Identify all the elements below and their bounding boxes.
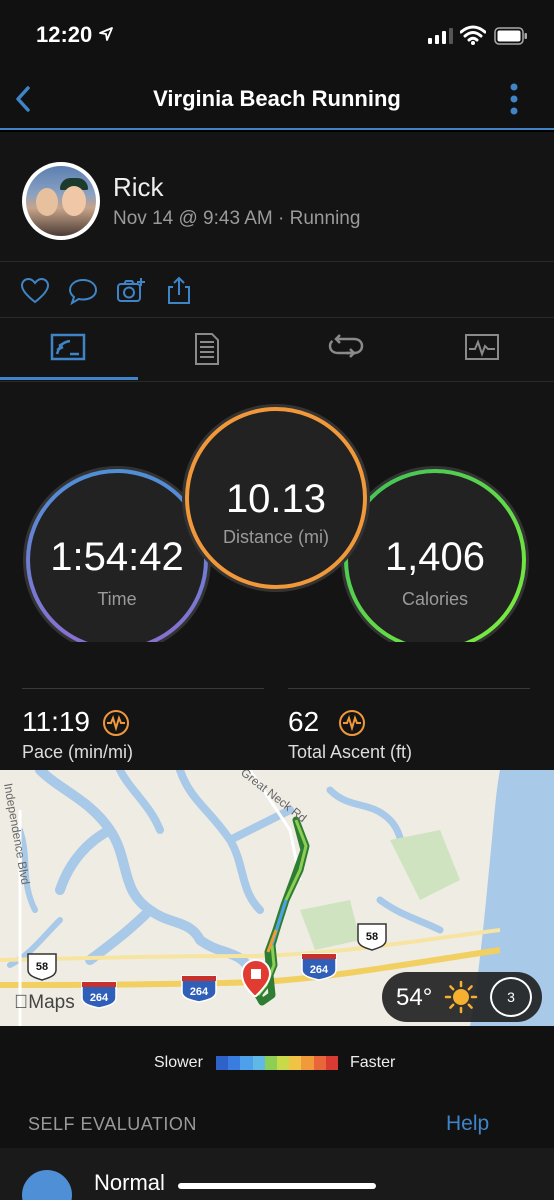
route-58-label-b: 58	[366, 931, 378, 943]
help-link[interactable]: Help	[446, 1112, 489, 1136]
route-58-shield-b: 58	[357, 923, 387, 951]
status-time: 12:20	[36, 22, 93, 47]
ascent-value: 62	[288, 706, 320, 737]
interstate-264-label-a: 264	[90, 992, 109, 1004]
details-icon	[195, 333, 219, 365]
nav-bar: Virginia Beach Running	[0, 70, 554, 130]
maps-text: Maps	[14, 992, 74, 1013]
tab-laps[interactable]	[276, 318, 414, 380]
status-bar: 12:20	[0, 0, 554, 70]
wind-dial: 3	[490, 977, 532, 1017]
distance-value: 10.13	[225, 477, 327, 521]
feel-row[interactable]: Normal	[0, 1148, 554, 1200]
distance-circle[interactable]: 10.13 Distance (mi)	[187, 409, 365, 587]
legend-swatch	[301, 1056, 314, 1070]
home-indicator	[178, 1183, 376, 1189]
ascent-stat[interactable]: 62 Total Ascent (ft)	[288, 688, 530, 768]
route-58-shield-a: 58	[27, 953, 57, 981]
avatar-face	[62, 186, 86, 216]
tab-details[interactable]	[138, 318, 276, 380]
comment-icon[interactable]	[68, 276, 98, 306]
share-icon[interactable]	[164, 276, 194, 306]
signal-icon	[428, 28, 453, 44]
legend-swatch	[313, 1056, 326, 1070]
legend-swatch	[228, 1056, 241, 1070]
interstate-264-label-c: 264	[310, 964, 329, 976]
activity-date-type: Nov 14 @ 9:43 AM · Running	[113, 208, 361, 229]
charts-icon	[465, 334, 499, 360]
location-arrow-icon	[99, 27, 113, 41]
tab-bar	[0, 318, 554, 382]
tab-charts[interactable]	[414, 318, 552, 380]
interstate-264-shield-a: 264	[81, 981, 117, 1009]
wifi-icon	[460, 25, 486, 45]
divider	[288, 688, 530, 689]
legend-faster-label: Faster	[350, 1054, 396, 1071]
legend-swatch	[252, 1056, 265, 1070]
divider	[22, 688, 264, 689]
laps-icon	[328, 334, 364, 358]
wind-speed: 3	[507, 989, 515, 1005]
pace-value: 11:19	[22, 706, 90, 737]
legend-slower-label: Slower	[154, 1054, 203, 1071]
pace-legend: Slower Faster	[0, 1026, 554, 1100]
route-58-label-a: 58	[36, 961, 48, 973]
activity-wave-icon	[339, 710, 365, 736]
interstate-264-label-b: 264	[190, 986, 209, 998]
action-bar	[0, 262, 554, 318]
stats-panel: 1:54:42 Time 1,406 Calories 10.13 Distan…	[0, 382, 554, 770]
route-map[interactable]: 58 58 264 264 264 Great Neck Rd Independ…	[0, 770, 554, 1026]
weather-temperature: 54°	[396, 984, 433, 1011]
section-title: SELF EVALUATION	[28, 1114, 197, 1134]
apple-maps-label: Maps	[14, 992, 75, 1014]
legend-swatch	[325, 1056, 339, 1070]
interstate-264-shield-b: 264	[181, 975, 217, 1003]
time-circle[interactable]: 1:54:42 Time	[28, 471, 206, 649]
heart-icon[interactable]	[20, 276, 50, 306]
sun-icon	[444, 980, 478, 1014]
ascent-label: Total Ascent (ft)	[288, 742, 413, 762]
overview-icon	[50, 333, 86, 361]
calories-value: 1,406	[384, 535, 486, 579]
distance-label: Distance (mi)	[222, 527, 329, 547]
time-value: 1:54:42	[50, 535, 184, 579]
interstate-264-shield-c: 264	[301, 953, 337, 981]
feel-face-icon	[22, 1170, 72, 1200]
pace-stat[interactable]: 11:19 Pace (min/mi)	[22, 688, 264, 768]
user-name[interactable]: Rick	[113, 172, 164, 203]
more-vertical-icon[interactable]	[506, 82, 522, 116]
avatar-photo	[26, 166, 96, 236]
pace-label: Pace (min/mi)	[22, 742, 134, 762]
legend-swatch	[264, 1056, 278, 1070]
avatar-face	[36, 188, 58, 216]
self-evaluation-header: SELF EVALUATION Help	[0, 1100, 554, 1148]
weather-badge[interactable]: 54° 3	[382, 972, 542, 1022]
legend-swatch	[240, 1056, 253, 1070]
legend-color-scale	[216, 1056, 339, 1070]
legend-swatch	[289, 1056, 302, 1070]
legend-swatch	[277, 1056, 290, 1070]
feel-label: Normal	[94, 1170, 165, 1195]
activity-header: Rick Nov 14 @ 9:43 AM · Running	[0, 132, 554, 262]
battery-icon	[494, 27, 527, 45]
independence-blvd-label: Independence Blvd	[1, 782, 33, 886]
calories-label: Calories	[401, 589, 469, 609]
tab-overview[interactable]	[0, 318, 138, 380]
calories-circle[interactable]: 1,406 Calories	[346, 471, 524, 649]
page-title: Virginia Beach Running	[153, 86, 401, 111]
legend-swatch	[216, 1056, 229, 1070]
camera-add-icon[interactable]	[116, 276, 146, 306]
avatar[interactable]	[22, 162, 100, 240]
apple-logo-icon: 	[14, 992, 28, 1013]
time-label: Time	[97, 589, 137, 609]
activity-wave-icon	[103, 710, 129, 736]
